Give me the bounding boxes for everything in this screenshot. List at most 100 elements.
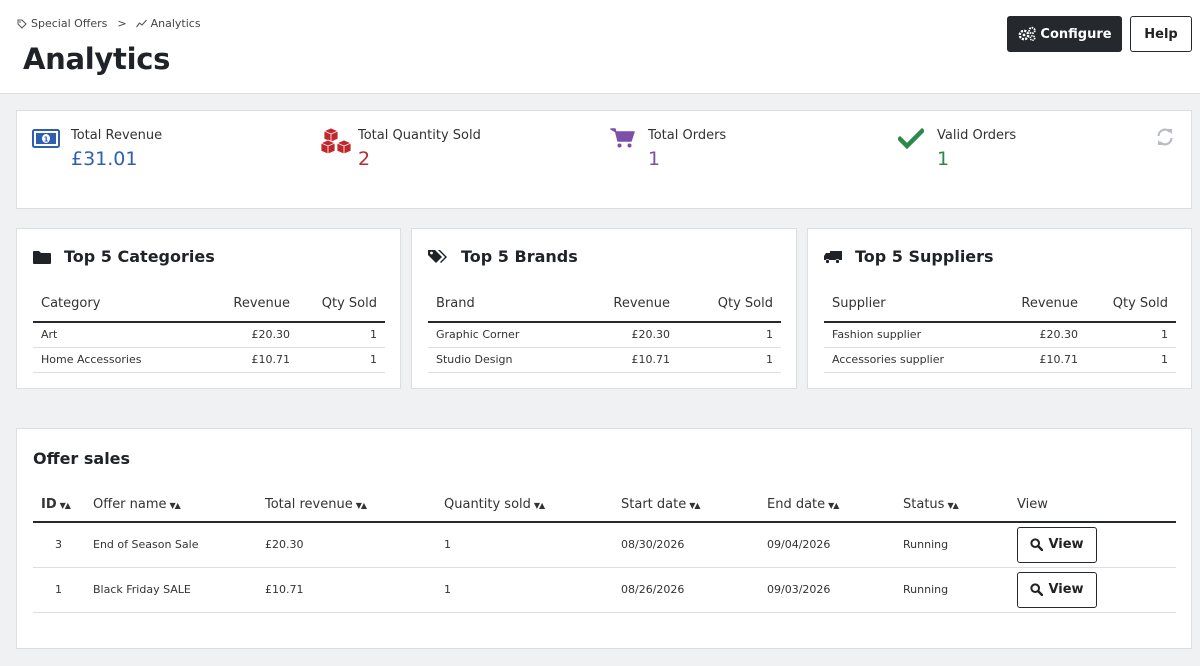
table-cell-name: End of Season Sale	[85, 522, 257, 568]
view-button-label: View	[1048, 582, 1084, 597]
breadcrumb-separator: >	[117, 17, 127, 30]
sort-icon[interactable]: ▼▲	[356, 501, 367, 510]
table-cell-revenue: £10.71	[208, 347, 298, 373]
kpi-quantity-value: 2	[358, 148, 371, 170]
table-cell-qty: 1	[436, 567, 613, 613]
column-header: Supplier	[824, 285, 994, 323]
breadcrumb-link-special-offers[interactable]: Special Offers	[31, 17, 107, 30]
top-categories-title: Top 5 Categories	[33, 247, 215, 266]
table-row: 3 End of Season Sale £20.30 1 08/30/2026 09/0…	[33, 522, 1176, 568]
column-header-id[interactable]: ID ▼▲	[33, 487, 85, 523]
top-suppliers-title: Top 5 Suppliers	[824, 247, 994, 266]
column-header: Revenue	[994, 285, 1086, 323]
table-cell-revenue: £20.30	[586, 322, 678, 348]
table-cell-name: Graphic Corner	[428, 322, 586, 348]
kpi-total-orders: Total Orders 1	[610, 127, 726, 170]
sort-icon[interactable]: ▼▲	[689, 501, 700, 510]
kpi-quantity-label: Total Quantity Sold	[358, 128, 481, 143]
table-row: Studio Design £10.71 1	[428, 347, 781, 373]
table-row: Home Accessories £10.71 1	[33, 347, 385, 373]
table-cell-name: Studio Design	[428, 347, 586, 373]
kpi-orders-label: Total Orders	[648, 128, 727, 143]
sort-icon[interactable]: ▼▲	[947, 501, 958, 510]
table-cell-qty: 1	[678, 347, 781, 373]
kpi-orders-value: 1	[648, 148, 661, 170]
help-button[interactable]: Help	[1130, 16, 1192, 52]
table-row: 1 Black Friday SALE £10.71 1 08/26/2026 09/03…	[33, 567, 1176, 613]
kpi-revenue-label: Total Revenue	[71, 128, 163, 143]
search-icon	[1030, 583, 1044, 596]
table-cell-qty: 1	[1086, 347, 1176, 373]
kpi-total-revenue: 1 Total Revenue £31.01	[32, 127, 162, 170]
tags-icon	[428, 250, 447, 263]
kpi-summary-card: 1 Total Revenue £31.01 Total Quantity So…	[16, 110, 1192, 209]
table-cell-name: Accessories supplier	[824, 347, 994, 373]
sort-icon[interactable]: ▼▲	[534, 501, 545, 510]
folder-icon	[33, 250, 51, 264]
top-categories-card: Top 5 Categories Category Revenue Qty So…	[16, 228, 401, 389]
money-bill-icon: 1	[32, 129, 60, 148]
column-header-end-date[interactable]: End date ▼▲	[759, 487, 895, 523]
table-cell-name: Fashion supplier	[824, 322, 994, 348]
sort-icon[interactable]: ▼▲	[170, 501, 181, 510]
table-cell-status: Running	[895, 567, 1009, 613]
tag-icon	[17, 19, 27, 29]
table-row: Art £20.30 1	[33, 322, 385, 348]
top-suppliers-card: Top 5 Suppliers Supplier Revenue Qty Sol…	[807, 228, 1192, 389]
refresh-button[interactable]	[1155, 127, 1175, 151]
column-header-total-revenue[interactable]: Total revenue ▼▲	[257, 487, 436, 523]
breadcrumb: Special Offers > Analytics	[17, 17, 201, 30]
top-brands-table: Brand Revenue Qty Sold Graphic Corner £20…	[428, 285, 781, 373]
table-cell-end: 09/04/2026	[759, 522, 895, 568]
table-cell-qty: 1	[298, 347, 385, 373]
column-header: Revenue	[208, 285, 298, 323]
column-header: Revenue	[586, 285, 678, 323]
search-icon	[1030, 538, 1044, 552]
table-cell-start: 08/26/2026	[613, 567, 759, 613]
page-header: Special Offers > Analytics Analytics Con…	[0, 0, 1200, 94]
column-header-quantity-sold[interactable]: Quantity sold ▼▲	[436, 487, 613, 523]
top-categories-table: Category Revenue Qty Sold Art £20.30 1 Home…	[33, 285, 385, 373]
table-cell-qty: 1	[298, 322, 385, 348]
table-row: Fashion supplier £20.30 1	[824, 322, 1176, 348]
view-button[interactable]: View	[1017, 571, 1097, 608]
sort-icon[interactable]: ▼▲	[60, 501, 71, 510]
column-header: Qty Sold	[1086, 285, 1176, 323]
offer-sales-table: ID ▼▲ Offer name ▼▲ Total revenue ▼▲ Quanti…	[33, 487, 1176, 613]
shopping-cart-icon	[610, 128, 635, 148]
table-cell-revenue: £10.71	[586, 347, 678, 373]
table-cell-start: 08/30/2026	[613, 522, 759, 568]
table-cell-id: 3	[33, 522, 85, 568]
table-row: Accessories supplier £10.71 1	[824, 347, 1176, 373]
truck-icon	[824, 250, 842, 264]
top-brands-card: Top 5 Brands Brand Revenue Qty Sold Grap…	[411, 228, 797, 389]
configure-button-label: Configure	[1040, 26, 1112, 42]
column-header-offer-name[interactable]: Offer name ▼▲	[85, 487, 257, 523]
top-brands-title: Top 5 Brands	[428, 247, 578, 266]
kpi-valid-orders: Valid Orders 1	[898, 127, 1016, 170]
refresh-icon	[1157, 128, 1173, 146]
configure-button[interactable]: Configure	[1007, 16, 1122, 52]
table-cell-qty: 1	[678, 322, 781, 348]
gears-icon	[1019, 26, 1037, 42]
table-cell-revenue: £20.30	[994, 322, 1086, 348]
table-cell-view: View	[1009, 522, 1176, 568]
table-cell-revenue: £20.30	[208, 322, 298, 348]
kpi-total-quantity: Total Quantity Sold 2	[320, 127, 481, 170]
offer-sales-card: Offer sales ID ▼▲ Offer name ▼▲ Total reve…	[16, 428, 1192, 649]
column-header: Qty Sold	[298, 285, 385, 323]
chart-line-icon	[135, 19, 147, 28]
table-cell-revenue: £20.30	[257, 522, 436, 568]
checkmark-icon	[898, 127, 924, 149]
column-header: Qty Sold	[678, 285, 781, 323]
table-cell-revenue: £10.71	[994, 347, 1086, 373]
column-header-status[interactable]: Status ▼▲	[895, 487, 1009, 523]
sort-icon[interactable]: ▼▲	[828, 501, 839, 510]
column-header-start-date[interactable]: Start date ▼▲	[613, 487, 759, 523]
table-cell-status: Running	[895, 522, 1009, 568]
table-cell-name: Art	[33, 322, 208, 348]
table-cell-name: Black Friday SALE	[85, 567, 257, 613]
svg-text:1: 1	[44, 135, 49, 143]
table-cell-id: 1	[33, 567, 85, 613]
view-button[interactable]: View	[1017, 526, 1097, 563]
